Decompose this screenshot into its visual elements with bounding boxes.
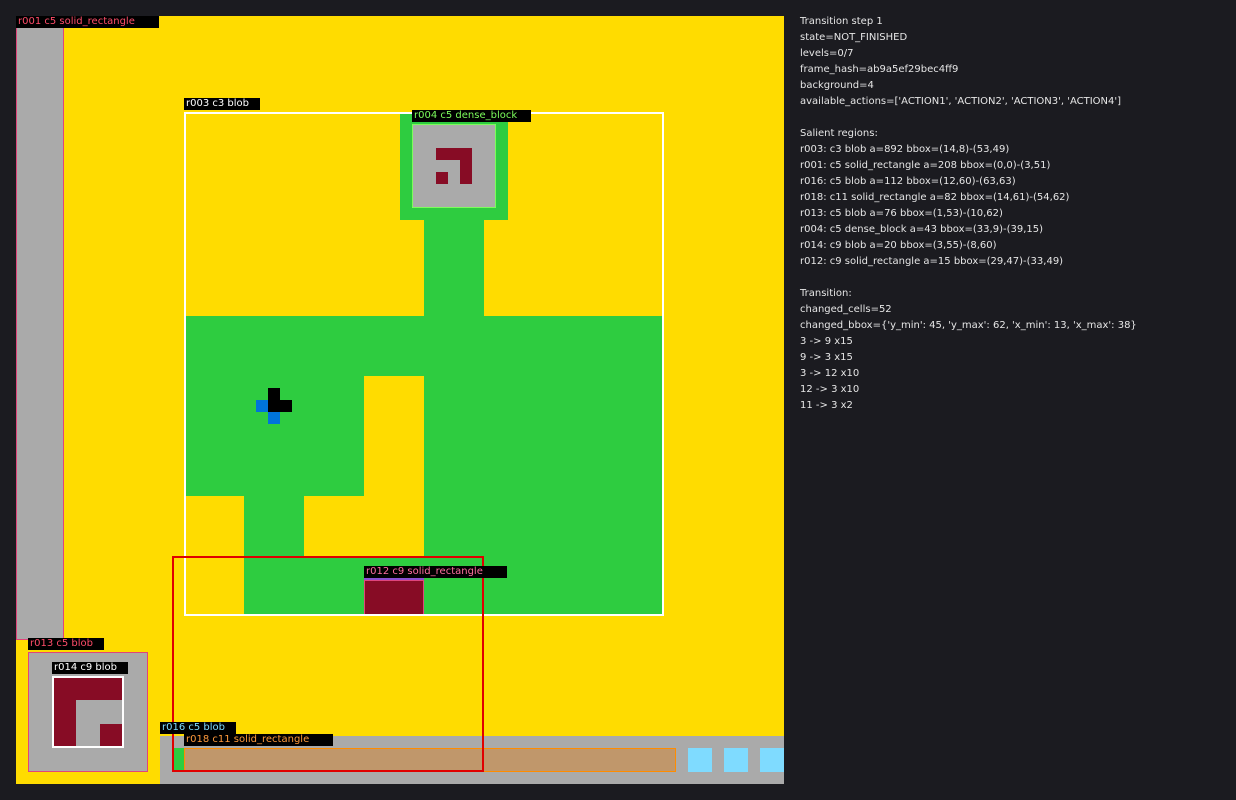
info-background: background=4 (800, 80, 874, 91)
label-r004: r004 c5 dense_block (412, 110, 531, 122)
info-levels: levels=0/7 (800, 48, 854, 59)
maroon-glyph-cutout-a (76, 700, 122, 724)
r003-outline (184, 112, 664, 616)
transition-line: 12 -> 3 x10 (800, 384, 860, 395)
region-line: r001: c5 solid_rectangle a=208 bbox=(0,0… (800, 160, 1051, 171)
region-line: r003: c3 blob a=892 bbox=(14,8)-(53,49) (800, 144, 1010, 155)
regions-title: Salient regions: (800, 128, 878, 139)
region-line: r014: c9 blob a=20 bbox=(3,55)-(8,60) (800, 240, 997, 251)
region-line: r012: c9 solid_rectangle a=15 bbox=(29,4… (800, 256, 1064, 267)
info-available-actions: available_actions=['ACTION1', 'ACTION2',… (800, 96, 1122, 107)
r001-outline (16, 16, 64, 640)
label-r014: r014 c9 blob (52, 662, 128, 674)
maroon-glyph-cutout-b (76, 724, 100, 746)
info-panel: Transition step 1 state=NOT_FINISHED lev… (800, 14, 1230, 414)
region-line: r013: c5 blob a=76 bbox=(1,53)-(10,62) (800, 208, 1003, 219)
transition-line: 9 -> 3 x15 (800, 352, 853, 363)
label-r016: r016 c5 blob (160, 722, 236, 734)
label-r012: r012 c9 solid_rectangle (364, 566, 507, 578)
transition-line: 3 -> 12 x10 (800, 368, 860, 379)
label-r001: r001 c5 solid_rectangle (16, 16, 159, 28)
life-square-3 (760, 748, 784, 772)
label-r013: r013 c5 blob (28, 638, 104, 650)
region-line: r016: c5 blob a=112 bbox=(12,60)-(63,63) (800, 176, 1016, 187)
transition-line: changed_cells=52 (800, 304, 892, 315)
info-frame-hash: frame_hash=ab9a5ef29bec4ff9 (800, 64, 959, 75)
region-line: r018: c11 solid_rectangle a=82 bbox=(14,… (800, 192, 1070, 203)
region-line: r004: c5 dense_block a=43 bbox=(33,9)-(3… (800, 224, 1044, 235)
life-square-2 (724, 748, 748, 772)
label-r018: r018 c11 solid_rectangle (184, 734, 333, 746)
transition-line: changed_bbox={'y_min': 45, 'y_max': 62, … (800, 320, 1137, 331)
transition-line: 3 -> 9 x15 (800, 336, 853, 347)
label-r003: r003 c3 blob (184, 98, 260, 110)
life-square-1 (688, 748, 712, 772)
info-state: state=NOT_FINISHED (800, 32, 908, 43)
transition-title: Transition: (800, 288, 852, 299)
game-canvas[interactable]: r001 c5 solid_rectangle r003 c3 blob r00… (16, 16, 784, 784)
transition-line: 11 -> 3 x2 (800, 400, 853, 411)
info-step: Transition step 1 (800, 16, 883, 27)
